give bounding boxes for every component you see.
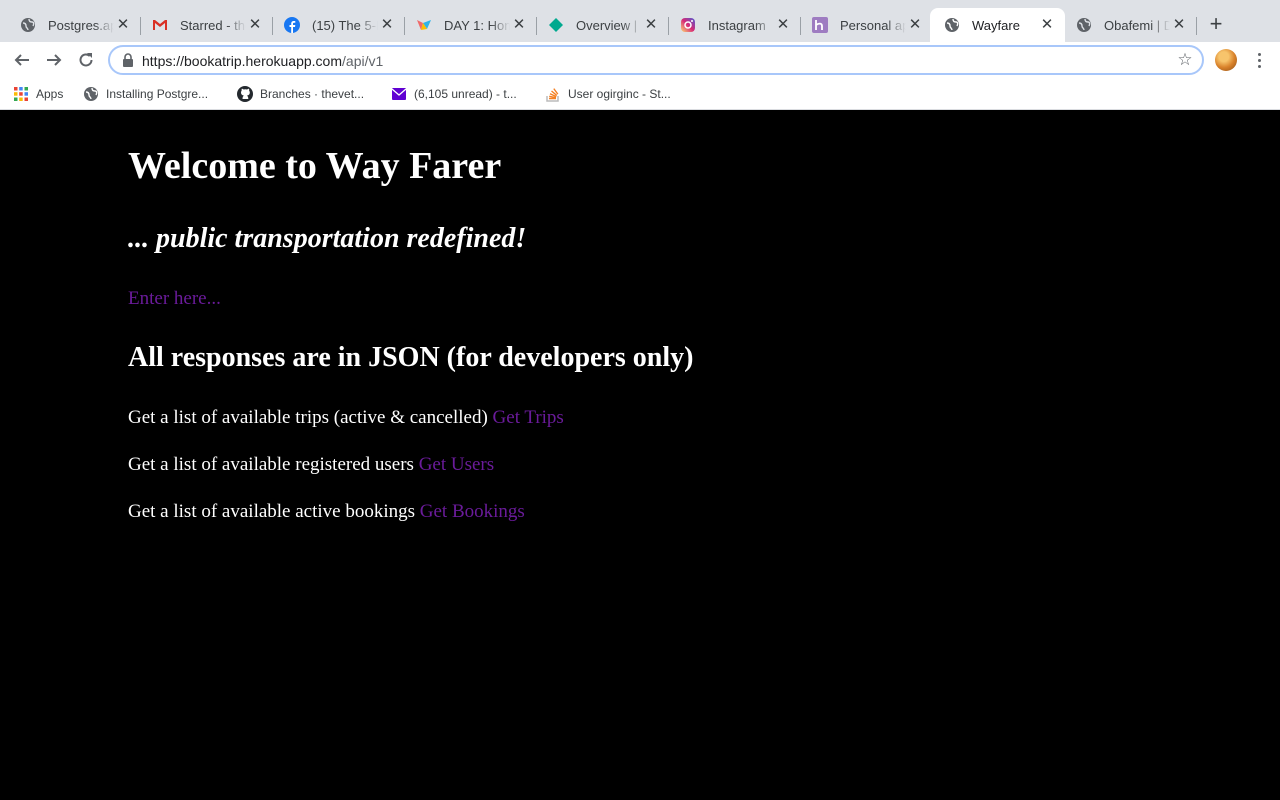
bookmark-yahoo-mail[interactable]: (6,105 unread) - t... [391, 85, 517, 103]
tab-close-icon[interactable]: ✕ [643, 17, 659, 33]
tab-close-icon[interactable]: ✕ [115, 17, 131, 33]
menu-dot [1257, 52, 1261, 56]
bookmark-star-icon[interactable]: ☆ [1176, 51, 1194, 69]
tab-wayfare[interactable]: Wayfare ✕ [930, 8, 1065, 42]
tab-title: Obafemi | Dev [1104, 17, 1170, 33]
instagram-icon [680, 17, 696, 33]
bookmark-installing-postgres[interactable]: Installing Postgre... [83, 85, 208, 103]
url-host: https://bookatrip.herokuapp.com [142, 53, 343, 69]
tab-close-icon[interactable]: ✕ [907, 17, 923, 33]
new-tab-button[interactable]: + [1204, 13, 1228, 37]
browser-toolbar: https://bookatrip.herokuapp.com/api/v1 ☆ [0, 42, 1280, 78]
tab-title: Starred - the [180, 17, 246, 33]
get-trips-link[interactable]: Get Trips [493, 407, 564, 428]
address-bar[interactable]: https://bookatrip.herokuapp.com/api/v1 ☆ [108, 45, 1204, 75]
globe-icon [1076, 17, 1092, 33]
tab-title: Personal apps [840, 17, 906, 33]
diamond-icon [548, 17, 564, 33]
apps-grid-icon [13, 86, 29, 102]
enter-link[interactable]: Enter here... [128, 288, 221, 310]
tab-close-icon[interactable]: ✕ [247, 17, 263, 33]
back-button[interactable] [10, 48, 34, 72]
tab-close-icon[interactable]: ✕ [1171, 17, 1187, 33]
page-title: Welcome to Way Farer [128, 145, 502, 187]
tab-overview[interactable]: Overview | Int ✕ [534, 8, 669, 42]
tab-asana[interactable]: DAY 1: Home ✕ [402, 8, 537, 42]
tab-heroku[interactable]: Personal apps ✕ [798, 8, 933, 42]
page-content: Welcome to Way Farer ... public transpor… [0, 111, 1280, 800]
tab-title: Instagram [708, 17, 766, 33]
bookmark-branches[interactable]: Branches · thevet... [237, 85, 364, 103]
url-path: /api/v1 [342, 53, 384, 69]
url-text: https://bookatrip.herokuapp.com/api/v1 [142, 53, 383, 69]
globe-icon [944, 17, 960, 33]
reload-icon [79, 53, 93, 67]
tab-title: (15) The 5-Day [312, 17, 378, 33]
tab-title: Postgres.app [48, 17, 114, 33]
tab-instagram[interactable]: Instagram ✕ [666, 8, 801, 42]
tab-close-icon[interactable]: ✕ [775, 17, 791, 33]
api-item-text: Get a list of available registered users [128, 454, 414, 475]
arrow-right-icon [47, 54, 62, 66]
tab-postgres[interactable]: Postgres.app ✕ [6, 8, 141, 42]
tab-obafemi[interactable]: Obafemi | Dev ✕ [1062, 8, 1197, 42]
bookmark-label: (6,105 unread) - t... [414, 87, 517, 101]
bookmark-label: Branches · thevet... [260, 87, 365, 101]
api-item-bookings: Get a list of available active bookings … [128, 501, 525, 523]
heroku-icon [812, 17, 828, 33]
bookmark-apps[interactable]: Apps [13, 85, 63, 103]
bookmarks-bar: Apps Installing Postgre... Branches · th… [0, 78, 1280, 110]
tab-close-icon[interactable]: ✕ [1039, 17, 1055, 33]
gmail-icon [152, 17, 168, 33]
tab-close-icon[interactable]: ✕ [511, 17, 527, 33]
browser-menu-button[interactable] [1250, 48, 1268, 72]
forward-button[interactable] [42, 48, 66, 72]
get-bookings-link[interactable]: Get Bookings [420, 501, 525, 522]
bookmark-stackoverflow[interactable]: User ogirginc - St... [545, 85, 671, 103]
tagline: ... public transportation redefined! [128, 223, 527, 254]
reload-button[interactable] [74, 48, 98, 72]
api-heading: All responses are in JSON (for developer… [128, 342, 694, 373]
get-users-link[interactable]: Get Users [419, 454, 494, 475]
arrow-left-icon [14, 54, 29, 66]
github-icon [237, 86, 253, 102]
tab-facebook[interactable]: (15) The 5-Day ✕ [270, 8, 405, 42]
profile-avatar[interactable] [1215, 49, 1237, 71]
globe-icon [20, 17, 36, 33]
bookmark-label: Apps [36, 87, 64, 101]
facebook-icon [284, 17, 300, 33]
lock-icon [122, 53, 134, 72]
menu-dot [1257, 64, 1261, 68]
api-item-text: Get a list of available trips (active & … [128, 407, 488, 428]
tab-title: Wayfare [972, 17, 1020, 33]
tab-strip: Postgres.app ✕ Starred - the ✕ (15) The … [0, 0, 1280, 42]
tab-title: DAY 1: Home [444, 17, 510, 33]
tab-gmail[interactable]: Starred - the ✕ [138, 8, 273, 42]
asana-icon [416, 17, 432, 33]
tab-close-icon[interactable]: ✕ [379, 17, 395, 33]
api-item-users: Get a list of available registered users… [128, 454, 494, 476]
tab-title: Overview | Int [576, 17, 642, 33]
bookmark-label: Installing Postgre... [106, 87, 209, 101]
yahoo-mail-icon [391, 86, 407, 102]
globe-icon [83, 86, 99, 102]
bookmark-label: User ogirginc - St... [568, 87, 671, 101]
api-item-text: Get a list of available active bookings [128, 501, 416, 522]
stackoverflow-icon [545, 86, 561, 102]
api-item-trips: Get a list of available trips (active & … [128, 407, 564, 429]
menu-dot [1257, 58, 1261, 62]
